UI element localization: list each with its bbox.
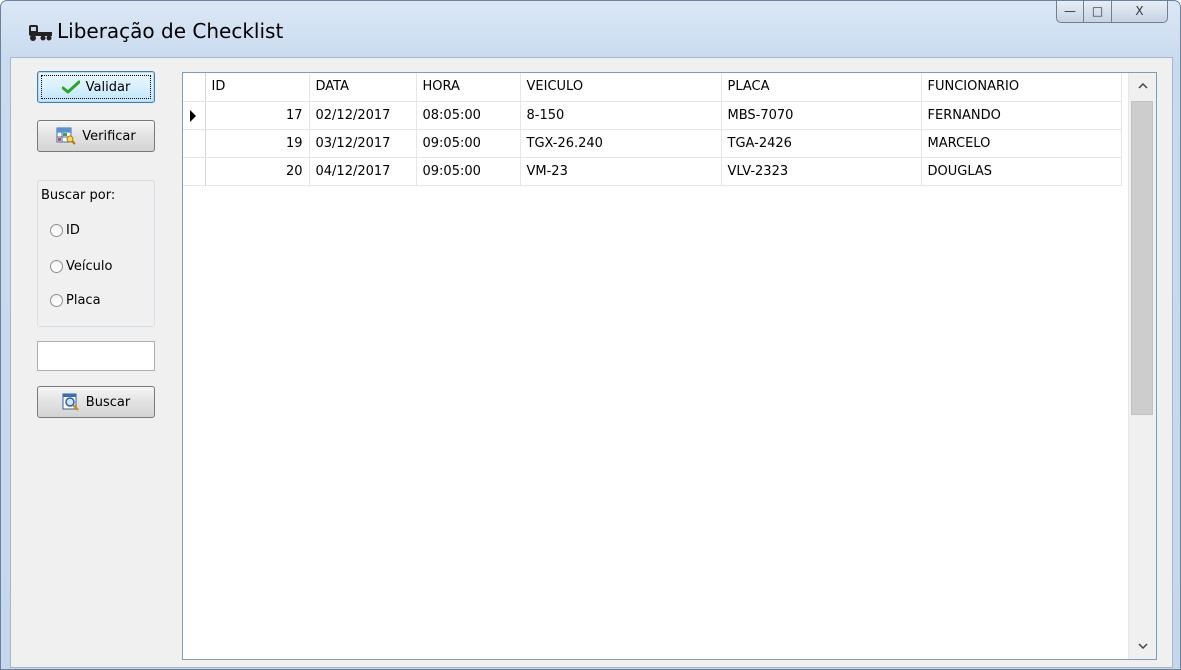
validar-label: Validar	[85, 79, 131, 95]
table-row[interactable]: 20 04/12/2017 09:05:00 VM-23 VLV-2323 DO…	[183, 157, 1122, 186]
buscar-button[interactable]: Buscar	[37, 386, 155, 418]
radio-veiculo[interactable]: Veículo	[50, 259, 112, 274]
column-header-veiculo[interactable]: VEICULO	[520, 73, 722, 102]
radio-placa-label: Placa	[66, 293, 101, 308]
radio-id[interactable]: ID	[50, 223, 80, 238]
cell-id[interactable]: 17	[205, 101, 310, 130]
vertical-scrollbar[interactable]	[1128, 73, 1156, 659]
current-row-indicator	[183, 101, 206, 130]
buscar-label: Buscar	[85, 394, 131, 410]
radio-circle	[50, 294, 63, 307]
cell-data[interactable]: 03/12/2017	[309, 129, 417, 158]
chevron-up-icon	[1137, 83, 1148, 89]
chevron-down-icon	[1137, 643, 1148, 649]
cell-placa[interactable]: VLV-2323	[721, 157, 922, 186]
cell-veiculo[interactable]: 8-150	[520, 101, 722, 130]
search-by-label: Buscar por:	[41, 188, 116, 203]
cell-hora[interactable]: 09:05:00	[416, 129, 521, 158]
client-area: Validar Verificar Buscar por: ID Veículo…	[10, 57, 1173, 668]
radio-veiculo-label: Veículo	[66, 259, 113, 274]
minimize-icon: —	[1064, 4, 1076, 18]
column-header-hora[interactable]: HORA	[416, 73, 521, 102]
validar-button[interactable]: Validar	[37, 71, 155, 103]
caption-buttons: — □ X	[1056, 1, 1168, 25]
cell-hora[interactable]: 09:05:00	[416, 157, 521, 186]
cell-id[interactable]: 20	[205, 157, 310, 186]
cell-placa[interactable]: MBS-7070	[721, 101, 922, 130]
title-bar[interactable]: Liberação de Checklist — □ X	[1, 1, 1180, 59]
cell-veiculo[interactable]: VM-23	[520, 157, 722, 186]
checkmark-icon	[61, 80, 80, 94]
scroll-down-button[interactable]	[1129, 633, 1156, 659]
checklist-table: ID DATA HORA VEICULO PLACA FUNCIONARIO 1…	[183, 73, 1122, 186]
cell-id[interactable]: 19	[205, 129, 310, 158]
radio-placa[interactable]: Placa	[50, 293, 101, 308]
radio-circle	[50, 224, 63, 237]
row-indicator	[183, 157, 206, 186]
column-header-funcionario[interactable]: FUNCIONARIO	[921, 73, 1122, 102]
cell-data[interactable]: 02/12/2017	[309, 101, 417, 130]
checklist-grid[interactable]: ID DATA HORA VEICULO PLACA FUNCIONARIO 1…	[182, 72, 1157, 660]
table-row[interactable]: 17 02/12/2017 08:05:00 8-150 MBS-7070 FE…	[183, 101, 1122, 130]
minimize-button[interactable]: —	[1056, 1, 1084, 23]
maximize-button[interactable]: □	[1084, 1, 1112, 23]
truck-icon	[29, 25, 52, 41]
scrollbar-thumb[interactable]	[1131, 101, 1153, 415]
search-icon	[62, 393, 79, 411]
cell-data[interactable]: 04/12/2017	[309, 157, 417, 186]
cell-veiculo[interactable]: TGX-26.240	[520, 129, 722, 158]
table-row[interactable]: 19 03/12/2017 09:05:00 TGX-26.240 TGA-24…	[183, 129, 1122, 158]
checklist-window: Liberação de Checklist — □ X Validar Ver…	[0, 0, 1181, 670]
scroll-up-button[interactable]	[1129, 73, 1156, 99]
window-title: Liberação de Checklist	[57, 19, 284, 43]
column-header-placa[interactable]: PLACA	[721, 73, 922, 102]
cell-funcionario[interactable]: FERNANDO	[921, 101, 1122, 130]
close-button[interactable]: X	[1112, 1, 1168, 23]
verificar-label: Verificar	[82, 128, 136, 144]
column-header-data[interactable]: DATA	[309, 73, 417, 102]
cell-funcionario[interactable]: DOUGLAS	[921, 157, 1122, 186]
verificar-button[interactable]: Verificar	[37, 120, 155, 152]
table-header-row: ID DATA HORA VEICULO PLACA FUNCIONARIO	[183, 73, 1122, 102]
column-header-id[interactable]: ID	[205, 73, 310, 102]
cell-placa[interactable]: TGA-2426	[721, 129, 922, 158]
radio-circle	[50, 260, 63, 273]
search-input[interactable]	[37, 341, 155, 371]
radio-id-label: ID	[66, 223, 80, 238]
table-search-icon	[56, 127, 76, 145]
row-indicator-header	[183, 73, 206, 102]
maximize-icon: □	[1091, 4, 1104, 18]
close-icon: X	[1135, 4, 1144, 18]
row-pointer-icon	[190, 109, 196, 122]
cell-funcionario[interactable]: MARCELO	[921, 129, 1122, 158]
cell-hora[interactable]: 08:05:00	[416, 101, 521, 130]
row-indicator	[183, 129, 206, 158]
